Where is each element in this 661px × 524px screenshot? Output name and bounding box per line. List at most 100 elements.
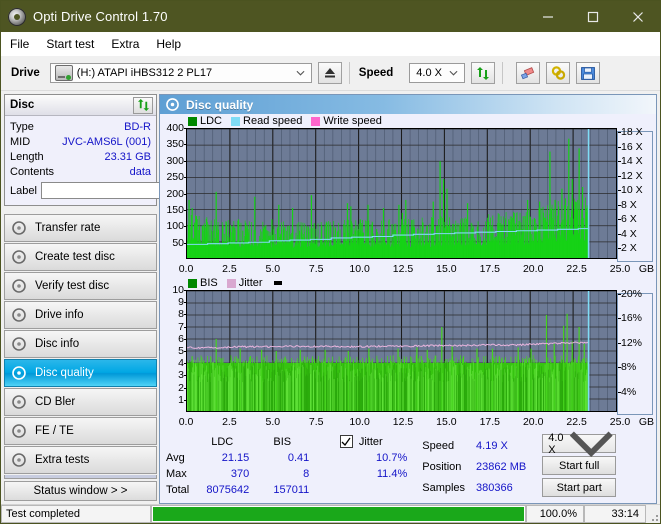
stats-header-bis: BIS (255, 434, 315, 450)
stats-avg-ldc: 21.15 (195, 450, 255, 466)
jitter-toggle[interactable]: Jitter (315, 435, 407, 448)
disc-type-key: Type (10, 121, 34, 133)
disc-quality-icon (166, 98, 179, 111)
sidebar-item-disc-info[interactable]: Disc info (4, 330, 157, 358)
table-row: Avg 21.15 0.41 10.7% (166, 450, 413, 466)
drive-icon (55, 65, 73, 81)
sidebar-item-cd-bler[interactable]: CD Bler (4, 388, 157, 416)
sidebar-item-extra-tests[interactable]: Extra tests (4, 446, 157, 474)
x-tick-label: 7.5 (309, 416, 324, 428)
disc-refresh-button[interactable] (133, 97, 153, 114)
y-tick-label: 300 (166, 155, 184, 167)
stats-total-jitter (315, 483, 413, 499)
refresh-button[interactable] (471, 62, 495, 84)
disc-type-value: BD-R (34, 121, 151, 133)
bis-chart-legend: BIS Jitter (160, 276, 656, 290)
disc-icon (12, 366, 29, 380)
stats-panel: LDC BIS Jitter Avg (160, 430, 656, 503)
status-window-button[interactable]: Status window > > (4, 481, 157, 501)
table-header-row: LDC BIS Jitter (166, 434, 413, 450)
sidebar-item-label: Disc info (29, 338, 79, 350)
disc-length-key: Length (10, 151, 44, 163)
y2-tick-label: 4% (621, 386, 636, 398)
menu-help[interactable]: Help (156, 35, 190, 53)
y2-tick-label: 8 X (621, 199, 637, 211)
maximize-icon[interactable] (570, 1, 615, 32)
start-part-button[interactable]: Start part (542, 478, 616, 497)
menu-start-test[interactable]: Start test (46, 35, 103, 53)
erase-button[interactable] (516, 62, 540, 84)
test-speed-select[interactable]: 4.0 X (542, 434, 616, 453)
chevron-down-icon (567, 419, 615, 467)
eject-button[interactable] (318, 62, 342, 84)
stats-avg-bis: 0.41 (255, 450, 315, 466)
jitter-checkbox[interactable] (340, 435, 353, 448)
y-tick-label: 8 (178, 308, 184, 320)
ldc-plot-svg (187, 129, 616, 258)
x-tick-label: 22.5 (566, 263, 586, 275)
sidebar-item-transfer-rate[interactable]: Transfer rate (4, 214, 157, 242)
y2-tick-label: 20% (621, 288, 642, 300)
sidebar-item-label: Disc quality (29, 367, 94, 379)
disc-info-header: Disc (5, 95, 156, 116)
disc-icon (12, 308, 29, 322)
x-tick-label: 2.5 (222, 416, 237, 428)
y-tick-label: 350 (166, 138, 184, 150)
disc-contents-value: data (54, 166, 151, 178)
menu-file[interactable]: File (10, 35, 38, 53)
table-row: Max 370 8 11.4% (166, 467, 413, 483)
legend-swatch-ldc (188, 117, 197, 126)
bis-y-axis-right: 4%8%12%16%20% (617, 293, 653, 415)
y-tick-label: 50 (172, 237, 184, 249)
settings-button[interactable] (546, 62, 570, 84)
ldc-x-axis: 0.02.55.07.510.012.515.017.520.022.525.0… (160, 262, 656, 276)
legend-marker (274, 281, 282, 285)
chevron-down-icon (449, 69, 458, 78)
legend-read-speed: Read speed (231, 115, 302, 127)
x-tick-label: 12.5 (393, 263, 413, 275)
y2-tick-label: 14 X (621, 155, 643, 167)
ldc-y-axis-left: 50100150200250300350400 (160, 128, 186, 259)
sidebar-item-verify-test-disc[interactable]: Verify test disc (4, 272, 157, 300)
sidebar-item-create-test-disc[interactable]: Create test disc (4, 243, 157, 271)
sidebar-item-label: Drive info (29, 309, 84, 321)
x-tick-label: 10.0 (349, 416, 369, 428)
refresh-icon (476, 67, 490, 80)
panel-header: Disc quality (160, 95, 656, 114)
status-bar: Test completed 100.0% 33:14 (1, 504, 660, 523)
sidebar-item-drive-info[interactable]: Drive info (4, 301, 157, 329)
drive-select-value: (H:) ATAPI iHBS312 2 PL17 (73, 67, 212, 79)
action-buttons: 4.0 X Start full Start part (542, 434, 616, 499)
x-tick-label: 5.0 (265, 263, 280, 275)
elapsed-time: 33:14 (584, 505, 646, 523)
y-tick-label: 10 (172, 284, 184, 296)
ldc-y-axis-right: 2 X4 X6 X8 X10 X12 X14 X16 X18 X (617, 131, 653, 262)
y2-tick-label: 4 X (621, 228, 637, 240)
progress-percent: 100.0% (526, 505, 584, 523)
legend-swatch-write-speed (311, 117, 320, 126)
y2-tick-label: 10 X (621, 184, 643, 196)
bis-plot-svg (187, 291, 616, 411)
sidebar-item-disc-quality[interactable]: Disc quality (4, 359, 157, 387)
legend-label: Jitter (239, 277, 263, 289)
drive-select[interactable]: (H:) ATAPI iHBS312 2 PL17 (50, 63, 312, 83)
menu-bar: File Start test Extra Help (1, 32, 660, 56)
y-tick-label: 150 (166, 204, 184, 216)
speed-select[interactable]: 4.0 X (409, 63, 465, 83)
test-speed-value: 4.0 X (548, 432, 567, 456)
disc-mid-key: MID (10, 136, 30, 148)
y2-tick-label: 16 X (621, 141, 643, 153)
sidebar-item-fe-te[interactable]: FE / TE (4, 417, 157, 445)
x-tick-label: 15.0 (436, 416, 456, 428)
chevron-down-icon (296, 69, 305, 78)
check-icon (341, 437, 351, 447)
x-tick-label: 25.0 (610, 263, 630, 275)
close-icon[interactable] (615, 1, 660, 32)
resize-grip[interactable] (646, 505, 660, 523)
save-button[interactable] (576, 62, 600, 84)
nav-list: Transfer rate Create test disc Verify te… (4, 214, 157, 475)
menu-extra[interactable]: Extra (111, 35, 148, 53)
eject-icon (323, 67, 337, 79)
minimize-icon[interactable] (525, 1, 570, 32)
sidebar-item-label: Extra tests (29, 454, 89, 466)
